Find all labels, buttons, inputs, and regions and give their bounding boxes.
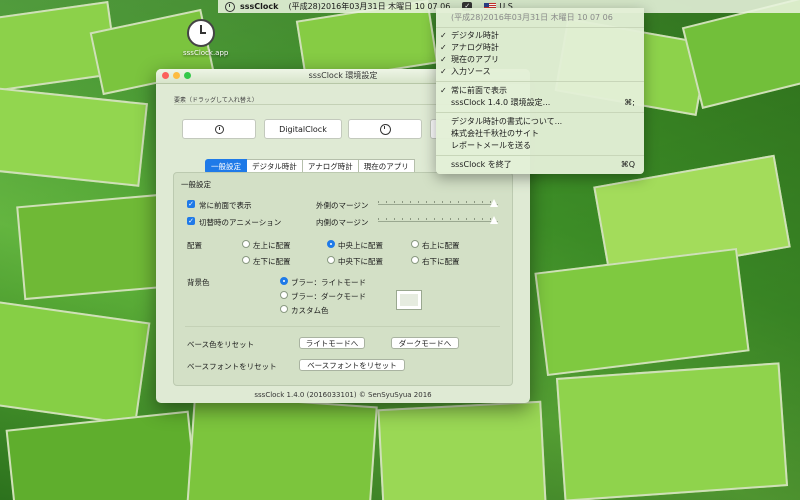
wallpaper-field	[555, 362, 789, 500]
bg-custom-radio[interactable]	[280, 305, 288, 313]
desktop-icon-label: sssClock.app	[183, 49, 229, 57]
element-icon-clock[interactable]	[182, 119, 256, 139]
close-button[interactable]	[162, 72, 169, 79]
reset-base-font-label: ベースフォントをリセット	[187, 362, 277, 371]
menu-item-format-help[interactable]: デジタル時計の書式について...	[436, 116, 644, 127]
wallpaper-field	[5, 410, 199, 500]
custom-color-well[interactable]	[396, 290, 422, 310]
placement-top-right-radio[interactable]	[411, 240, 419, 248]
background-color-label: 背景色	[187, 278, 210, 287]
inner-margin-slider[interactable]	[378, 216, 498, 224]
inner-margin-label: 内側のマージン	[316, 218, 369, 227]
wallpaper-field	[16, 193, 168, 301]
placement-top-left-label: 左上に配置	[253, 241, 291, 250]
placement-bottom-right-label: 右下に配置	[422, 257, 460, 266]
menu-bar-app-name[interactable]: sssClock	[240, 2, 278, 11]
menu-item-analog-clock[interactable]: ✓ アナログ時計	[436, 42, 644, 53]
window-title: sssClock 環境設定	[308, 71, 378, 80]
menu-item-current-app[interactable]: ✓ 現在のアプリ	[436, 54, 644, 65]
clock-icon	[214, 124, 224, 134]
menu-item-preferences[interactable]: sssClock 1.4.0 環境設定... ⌘;	[436, 97, 644, 108]
status-menu: (平成28)2016年03月31日 木曜日 10 07 06 ✓ デジタル時計 ✓…	[436, 8, 644, 174]
wallpaper-field	[681, 0, 800, 109]
outer-margin-label: 外側のマージン	[316, 201, 369, 210]
bg-blur-light-radio[interactable]	[280, 277, 288, 285]
wallpaper-field	[0, 298, 151, 426]
minimize-button[interactable]	[173, 72, 180, 79]
wallpaper-field	[377, 400, 547, 500]
reset-base-color-label: ベース色をリセット	[187, 340, 255, 349]
menu-item-digital-clock[interactable]: ✓ デジタル時計	[436, 30, 644, 41]
menu-separator	[436, 81, 644, 82]
placement-bottom-center-label: 中央下に配置	[338, 257, 383, 266]
element-digital-clock[interactable]: DigitalClock	[264, 119, 342, 139]
reset-base-font-button[interactable]: ベースフォントをリセット	[299, 359, 405, 371]
outer-margin-slider[interactable]	[378, 199, 498, 207]
wallpaper-field	[186, 393, 378, 500]
placement-top-right-label: 右上に配置	[422, 241, 460, 250]
divider	[185, 326, 500, 327]
menu-separator	[436, 27, 644, 28]
version-footer: sssClock 1.4.0 (2016033101) © SenSyuSyua…	[254, 391, 432, 399]
placement-bottom-center-radio[interactable]	[327, 256, 335, 264]
menu-item-quit[interactable]: sssClock を終了 ⌘Q	[436, 159, 644, 170]
bg-blur-dark-radio[interactable]	[280, 291, 288, 299]
switch-animation-checkbox[interactable]: ✓	[187, 217, 195, 225]
menu-item-company-site[interactable]: 株式会社千秋社のサイト	[436, 128, 644, 139]
element-digital-label: DigitalClock	[279, 124, 327, 134]
menu-datetime-header: (平成28)2016年03月31日 木曜日 10 07 06	[451, 13, 613, 22]
element-analog-clock[interactable]	[348, 119, 422, 139]
always-on-top-label: 常に前面で表示	[199, 201, 252, 210]
elements-section-label: 要素（ドラッグして入れ替え）	[174, 97, 258, 104]
analog-clock-icon	[379, 123, 391, 135]
dark-mode-button[interactable]: ダークモードへ	[391, 337, 459, 349]
placement-label: 配置	[187, 241, 202, 250]
bg-custom-label: カスタム色	[291, 306, 329, 315]
placement-bottom-left-radio[interactable]	[242, 256, 250, 264]
menu-separator	[436, 112, 644, 113]
switch-animation-label: 切替時のアニメーション	[199, 218, 282, 227]
placement-top-center-label: 中央上に配置	[338, 241, 383, 250]
always-on-top-checkbox[interactable]: ✓	[187, 200, 195, 208]
bg-blur-dark-label: ブラー：ダークモード	[291, 292, 366, 301]
placement-bottom-left-label: 左下に配置	[253, 257, 291, 266]
placement-top-left-radio[interactable]	[242, 240, 250, 248]
menu-bar-datetime[interactable]: (平成28)2016年03月31日 木曜日 10 07 06	[288, 1, 450, 12]
zoom-button[interactable]	[184, 72, 191, 79]
clock-face-icon	[187, 19, 215, 47]
wallpaper-field	[534, 247, 750, 377]
menu-item-send-report[interactable]: レポートメールを送る	[436, 140, 644, 151]
menu-item-input-source[interactable]: ✓ 入力ソース	[436, 66, 644, 77]
slider-thumb[interactable]	[490, 199, 498, 207]
menu-item-always-on-top[interactable]: ✓ 常に前面で表示	[436, 85, 644, 96]
wallpaper-field	[0, 87, 148, 187]
bg-blur-light-label: ブラー：ライトモード	[291, 278, 366, 287]
general-section-title: 一般設定	[181, 180, 211, 189]
menu-separator	[436, 155, 644, 156]
clock-icon[interactable]	[225, 1, 235, 12]
placement-top-center-radio[interactable]	[327, 240, 335, 248]
placement-bottom-right-radio[interactable]	[411, 256, 419, 264]
light-mode-button[interactable]: ライトモードへ	[299, 337, 365, 349]
desktop-app-icon[interactable]: sssClock.app	[183, 19, 229, 57]
slider-thumb[interactable]	[490, 216, 498, 224]
